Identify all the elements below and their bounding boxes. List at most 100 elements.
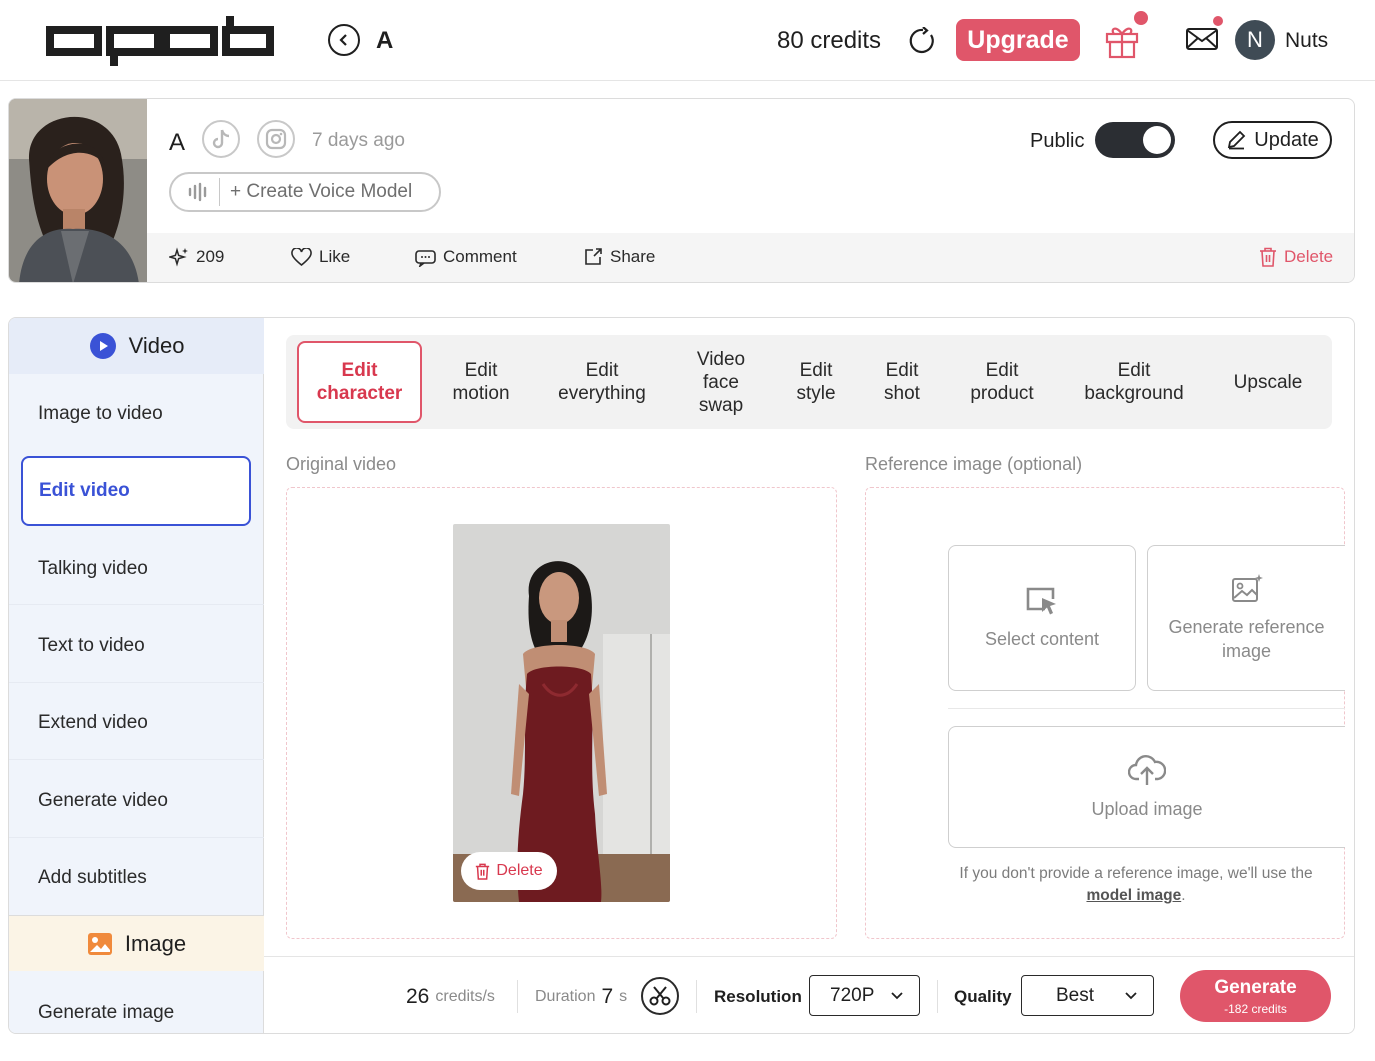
generate-button[interactable]: Generate -182 credits <box>1180 970 1331 1022</box>
sidebar: Video Image to video Edit video Talking … <box>9 318 264 1033</box>
reference-hint: If you don't provide a reference image, … <box>939 863 1333 907</box>
created-time: 7 days ago <box>312 130 405 151</box>
select-cursor-icon <box>1026 587 1056 615</box>
share-label: Share <box>610 247 656 266</box>
comment-icon <box>415 249 436 267</box>
sidebar-item-generate-image[interactable]: Generate image <box>38 1002 174 1024</box>
delete-label: Delete <box>1284 247 1334 266</box>
duration-value: 7 <box>601 984 614 1008</box>
generate-cost: -182 credits <box>1224 1001 1287 1016</box>
tab-edit-character[interactable]: Edit character <box>297 341 422 423</box>
hint-text: If you don't provide a reference image, … <box>959 865 1313 882</box>
share-button[interactable]: Share <box>583 247 655 267</box>
notification-dot <box>1213 16 1223 26</box>
video-section-label: Video <box>128 333 185 358</box>
play-icon <box>89 333 116 359</box>
generate-reference-image-button[interactable]: Generate reference image <box>1147 545 1345 691</box>
divider <box>9 604 264 605</box>
comment-label: Comment <box>443 247 517 266</box>
heart-icon <box>291 247 312 266</box>
divider <box>517 980 518 1013</box>
like-label: Like <box>319 247 351 266</box>
sidebar-item-edit-video[interactable]: Edit video <box>21 456 251 526</box>
original-video-thumbnail[interactable] <box>453 524 670 902</box>
create-voice-model-button[interactable]: + Create Voice Model <box>169 172 441 212</box>
tiktok-button[interactable] <box>202 120 240 158</box>
sidebar-section-video[interactable]: Video <box>9 318 264 374</box>
page-title: A <box>376 27 394 54</box>
audio-wave-icon <box>188 182 207 202</box>
duration-display: Duration 7 s <box>535 957 628 1033</box>
resolution-select[interactable]: 720P <box>809 975 920 1016</box>
duration-label: Duration <box>535 987 596 1005</box>
sidebar-section-image[interactable]: Image <box>9 916 264 971</box>
quality-label: Quality <box>954 986 1012 1006</box>
duration-unit: s <box>619 987 628 1005</box>
messages-button[interactable] <box>1186 16 1223 51</box>
tab-video-face-swap[interactable]: Video face swap <box>681 335 761 429</box>
quality-value: Best <box>1056 984 1095 1006</box>
chevron-down-icon <box>1125 991 1137 999</box>
tab-edit-shot[interactable]: Edit shot <box>870 335 934 429</box>
upload-image-label: Upload image <box>1091 799 1203 819</box>
sparkle-icon <box>169 247 188 267</box>
sidebar-item-talking-video[interactable]: Talking video <box>38 558 148 580</box>
update-button[interactable]: Update <box>1213 121 1332 159</box>
credits-count: 80 credits <box>777 27 882 54</box>
tab-edit-style[interactable]: Edit style <box>782 335 850 429</box>
sidebar-item-generate-video[interactable]: Generate video <box>38 790 168 812</box>
divider <box>948 708 1345 709</box>
credits-rate: 26 credits/s <box>406 957 495 1033</box>
select-content-label: Select content <box>984 629 1100 649</box>
resolution-label: Resolution <box>714 986 802 1006</box>
reference-image-label: Reference image (optional) <box>865 454 1083 474</box>
generations-count: 209 <box>169 247 224 267</box>
sidebar-item-text-to-video[interactable]: Text to video <box>38 635 145 657</box>
share-icon <box>585 248 602 265</box>
instagram-button[interactable] <box>257 120 295 158</box>
back-button[interactable] <box>328 24 360 56</box>
instagram-icon <box>265 128 287 150</box>
sidebar-item-extend-video[interactable]: Extend video <box>38 712 148 734</box>
tab-edit-product[interactable]: Edit product <box>956 335 1048 429</box>
sidebar-item-image-to-video[interactable]: Image to video <box>38 403 163 425</box>
edit-mode-tabs: Edit character Edit motion Edit everythi… <box>286 335 1332 429</box>
generations-value: 209 <box>196 247 225 266</box>
gift-icon <box>1105 27 1139 59</box>
tab-edit-motion[interactable]: Edit motion <box>438 335 524 429</box>
opob-logo[interactable] <box>44 12 276 68</box>
delete-video-button[interactable]: Delete <box>461 852 557 890</box>
select-content-button[interactable]: Select content <box>948 545 1136 691</box>
gift-button[interactable] <box>1105 11 1148 59</box>
tab-upscale[interactable]: Upscale <box>1220 335 1316 429</box>
model-image-link[interactable]: model image <box>1086 887 1181 904</box>
update-label: Update <box>1254 128 1319 151</box>
public-toggle[interactable] <box>1095 122 1175 158</box>
tab-edit-background[interactable]: Edit background <box>1070 335 1198 429</box>
quality-select[interactable]: Best <box>1021 975 1154 1016</box>
upload-image-button[interactable]: Upload image <box>948 726 1345 848</box>
original-video-label: Original video <box>286 454 397 474</box>
comment-button[interactable]: Comment <box>415 247 517 267</box>
tab-edit-everything[interactable]: Edit everything <box>546 335 658 429</box>
delete-model-button[interactable]: Delete <box>1259 247 1333 267</box>
user-name[interactable]: Nuts <box>1285 29 1328 53</box>
image-section-label: Image <box>124 930 187 956</box>
chevron-down-icon <box>891 991 903 999</box>
divider <box>219 178 220 206</box>
divider <box>9 759 264 760</box>
create-voice-model-label: + Create Voice Model <box>230 181 413 202</box>
credits-rate-unit: credits/s <box>435 987 495 1005</box>
cloud-upload-icon <box>1128 755 1166 785</box>
avatar[interactable]: N <box>1235 20 1275 60</box>
generate-label: Generate <box>1214 976 1297 998</box>
upgrade-button[interactable]: Upgrade <box>956 19 1080 61</box>
model-photo[interactable] <box>9 99 147 283</box>
like-button[interactable]: Like <box>291 247 350 267</box>
trim-button[interactable] <box>641 977 679 1015</box>
generate-reference-label: Generate reference image <box>1168 617 1325 661</box>
resolution-value: 720P <box>830 984 875 1006</box>
sidebar-item-add-subtitles[interactable]: Add subtitles <box>38 867 147 889</box>
refresh-icon[interactable] <box>909 27 937 55</box>
notification-dot <box>1134 11 1148 25</box>
